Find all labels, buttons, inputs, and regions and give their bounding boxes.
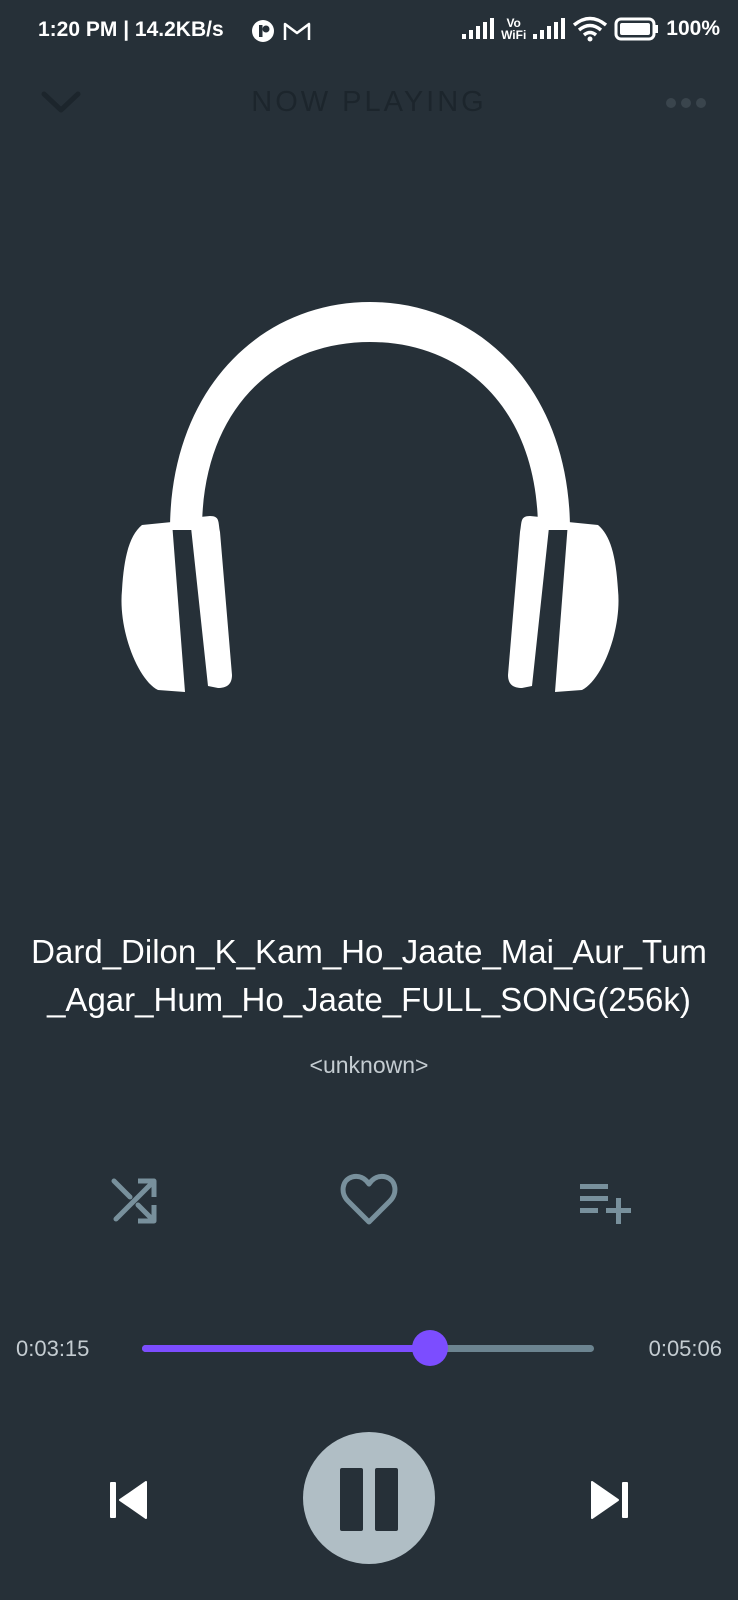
more-options-button[interactable] xyxy=(664,96,708,110)
gmail-icon xyxy=(282,20,312,47)
wifi-icon xyxy=(573,16,608,42)
signal-icon-2 xyxy=(533,18,566,39)
app-notification-icon xyxy=(250,18,276,49)
album-art xyxy=(120,300,620,710)
elapsed-time: 0:03:15 xyxy=(16,1336,90,1361)
skip-next-icon xyxy=(591,1481,628,1519)
headphones-icon xyxy=(121,302,619,692)
shuffle-button[interactable] xyxy=(108,1175,160,1227)
seek-thumb[interactable] xyxy=(411,1330,448,1366)
shuffle-icon xyxy=(111,1178,157,1224)
page-title: NOW PLAYING xyxy=(251,86,487,118)
skip-previous-icon xyxy=(110,1481,147,1519)
more-horizontal-icon xyxy=(666,98,706,108)
song-artist: <unknown> xyxy=(309,1052,429,1078)
song-title: Dard_Dilon_K_Kam_Ho_Jaate_Mai_Aur_Tum _A… xyxy=(0,928,738,1024)
song-title-line-1: Dard_Dilon_K_Kam_Ho_Jaate_Mai_Aur_Tum xyxy=(31,933,707,970)
total-time: 0:05:06 xyxy=(648,1336,722,1361)
vowifi-indicator: Vo WiFi xyxy=(501,16,527,42)
seek-progress xyxy=(142,1345,430,1352)
playlist-add-icon xyxy=(580,1184,631,1224)
heart-outline-icon xyxy=(340,1173,398,1225)
status-time: 1:20 PM | 14.2KB/s xyxy=(38,18,224,41)
battery-icon xyxy=(614,17,659,41)
status-icons: Vo WiFi 100% xyxy=(461,16,720,42)
signal-icon-1 xyxy=(462,18,495,39)
favorite-button[interactable] xyxy=(340,1172,398,1226)
battery-percent: 100% xyxy=(666,17,720,40)
pause-button[interactable] xyxy=(303,1432,435,1564)
next-button[interactable] xyxy=(588,1478,632,1522)
seek-bar[interactable] xyxy=(142,1330,594,1366)
add-to-queue-button[interactable] xyxy=(578,1180,636,1226)
previous-button[interactable] xyxy=(106,1478,150,1522)
song-title-line-2: _Agar_Hum_Ho_Jaate_FULL_SONG(256k) xyxy=(47,981,691,1018)
